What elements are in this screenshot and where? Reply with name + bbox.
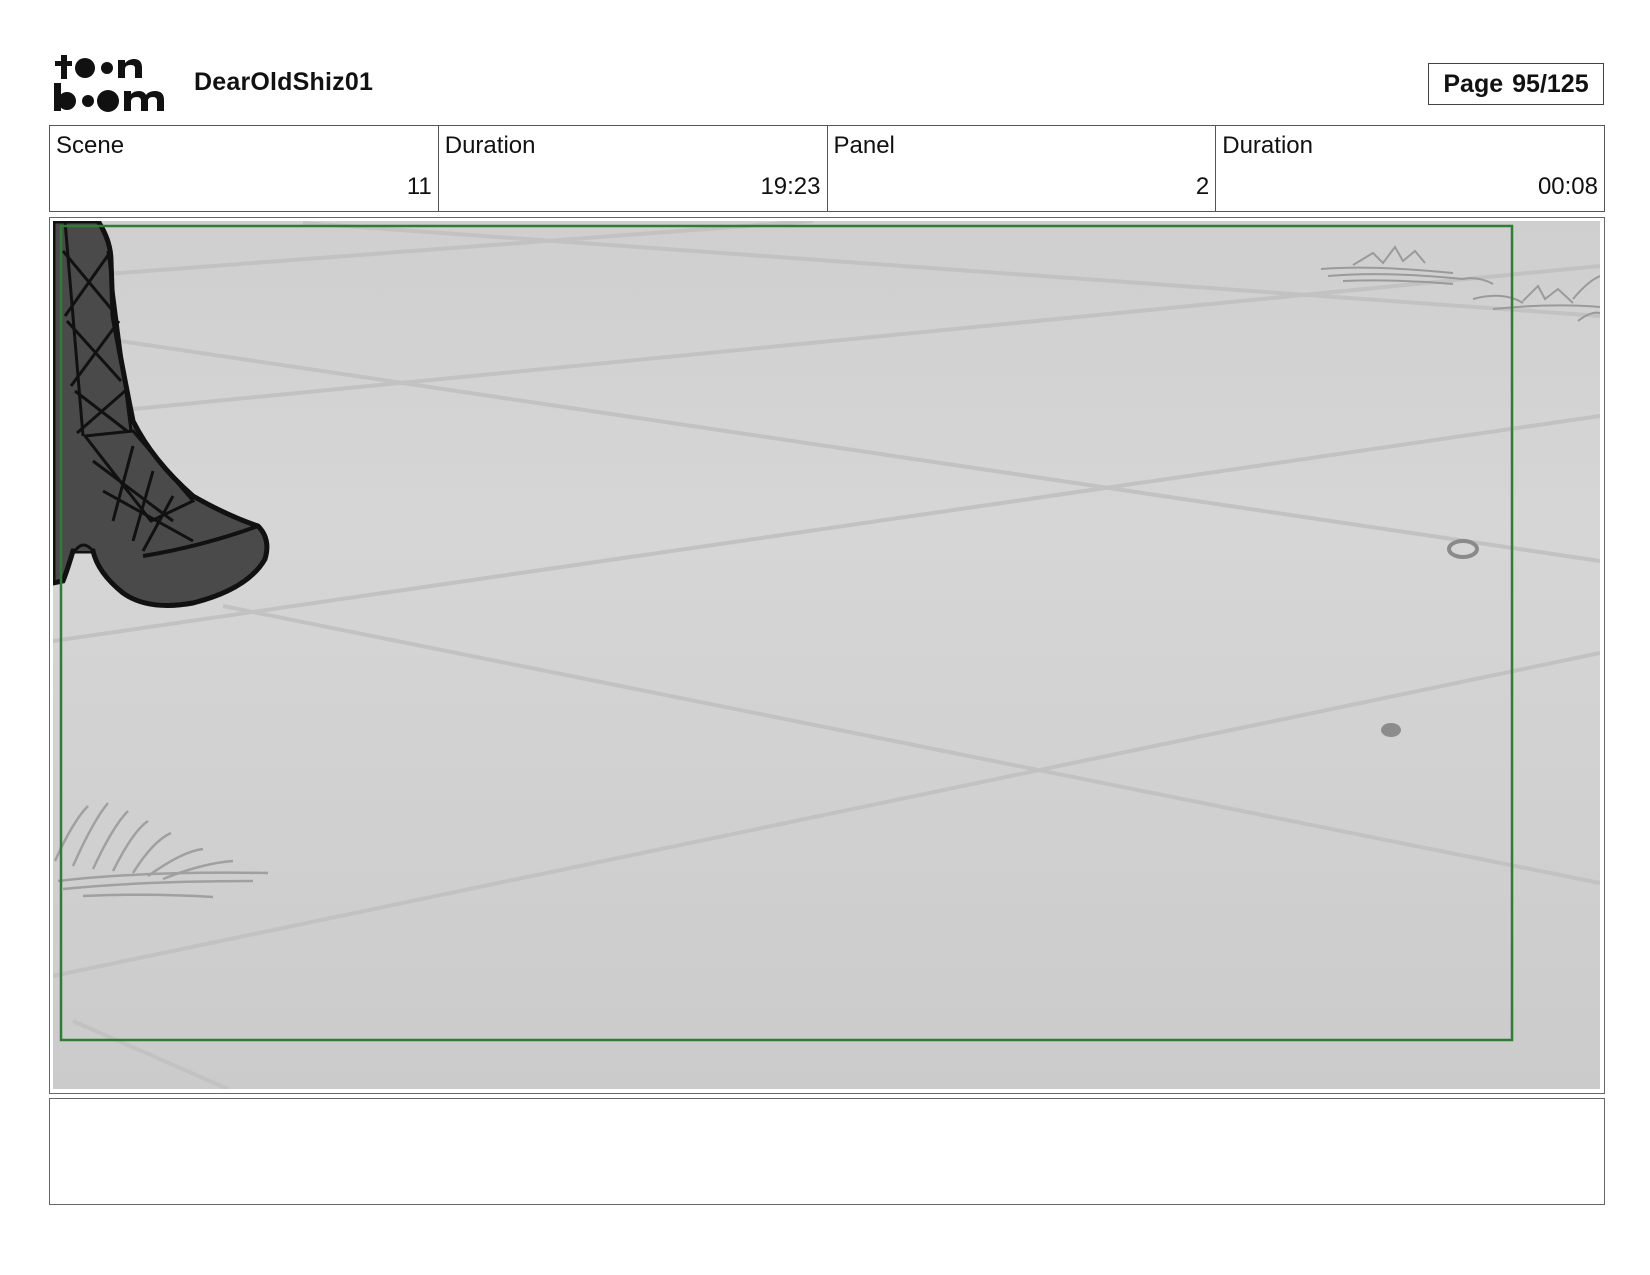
storyboard-panel-image: [53, 221, 1600, 1089]
panel-info-table: Scene 11 Duration 19:23 Panel 2 Duration…: [49, 125, 1605, 212]
pebble-lower-right: [1381, 723, 1401, 737]
scene-cell: Scene 11: [50, 126, 439, 211]
panel-duration-label: Duration: [1222, 132, 1313, 159]
panel-duration-cell: Duration 00:08: [1216, 126, 1604, 211]
panel-label: Panel: [833, 132, 895, 159]
floor-background: [53, 221, 1600, 1089]
storyboard-panel-frame: [49, 217, 1605, 1094]
scene-duration-cell: Duration 19:23: [439, 126, 828, 211]
page-indicator: Page 95/125: [1428, 63, 1604, 105]
page-label: Page: [1443, 69, 1504, 98]
scene-duration-label: Duration: [444, 132, 536, 159]
panel-value: 2: [1195, 173, 1210, 200]
scene-label: Scene: [56, 132, 125, 159]
scene-duration-value: 19:23: [760, 173, 821, 200]
caption-box: [49, 1098, 1605, 1205]
toonboom-logo-icon: [54, 55, 164, 112]
page-number: 95/125: [1512, 69, 1589, 98]
panel-cell: Panel 2: [828, 126, 1217, 211]
panel-duration-value: 00:08: [1537, 173, 1598, 200]
scene-value: 11: [406, 173, 432, 200]
project-title: DearOldShiz01: [194, 68, 374, 96]
toonboom-logo: [52, 50, 172, 116]
